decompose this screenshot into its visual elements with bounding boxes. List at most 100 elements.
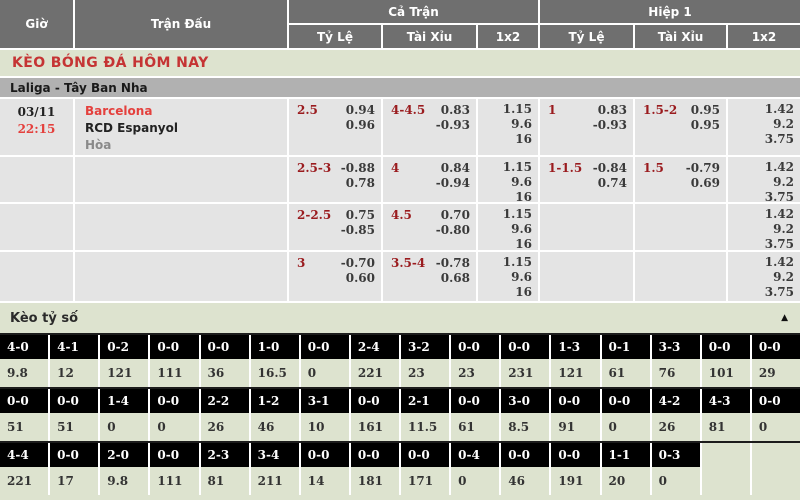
score-label: 0-0 [301,443,349,467]
score-odds-cell[interactable]: 2-4221 [351,335,399,387]
score-odds-value: 23 [401,359,449,387]
collapse-arrow-icon[interactable]: ▲ [781,314,788,323]
ft-handicap-cell[interactable]: 2-2.50.75-0.85 [289,204,381,250]
score-label: 0-0 [301,335,349,359]
handicap-value: 2-2.5 [297,208,331,222]
h1-handicap-cell[interactable]: 1-1.5-0.840.74 [540,157,633,202]
ft-1x2-cell[interactable]: 1.159.616 [478,99,538,155]
ft-overunder-cell[interactable]: 4.50.70-0.80 [383,204,476,250]
score-odds-cell[interactable]: 0-051 [0,389,48,441]
score-odds-cell[interactable]: 4-381 [702,389,750,441]
score-odds-cell[interactable]: 0-40 [451,443,499,495]
score-odds-cell[interactable]: 1-40 [100,389,148,441]
score-odds-cell[interactable]: 0-0231 [501,335,549,387]
score-odds-cell[interactable]: 0-0171 [401,443,449,495]
odds-value: 0.69 [686,176,720,191]
score-odds-cell[interactable]: 0-0111 [150,335,198,387]
score-odds-cell[interactable]: 1-246 [251,389,299,441]
h1-overunder-cell[interactable]: 1.5-0.790.69 [635,157,726,202]
ft-handicap-cell[interactable]: 2.50.940.96 [289,99,381,155]
score-odds-cell[interactable]: 0-0111 [150,443,198,495]
score-odds-cell[interactable]: 4-4221 [0,443,48,495]
score-odds-value: 181 [351,467,399,495]
score-odds-cell[interactable]: 4-112 [50,335,98,387]
score-odds-cell[interactable]: 0-161 [602,335,650,387]
ft-handicap-cell[interactable]: 3-0.700.60 [289,252,381,301]
header-ft-handicap-col: Tỷ Lệ [289,25,381,48]
ft-overunder-cell[interactable]: 3.5-4-0.780.68 [383,252,476,301]
score-odds-cell[interactable]: 0-029 [752,335,800,387]
score-odds-cell[interactable]: 0-091 [551,389,599,441]
score-odds-cell[interactable]: 0-00 [150,389,198,441]
ft-1x2-cell[interactable]: 1.159.616 [478,157,538,202]
score-label: 4-0 [0,335,48,359]
score-odds-cell[interactable]: 0-014 [301,443,349,495]
ft-overunder-cell[interactable]: 4-4.50.83-0.93 [383,99,476,155]
score-odds-cell[interactable]: 3-376 [652,335,700,387]
score-odds-cell[interactable]: 0-00 [602,389,650,441]
score-odds-cell[interactable]: 0-0191 [551,443,599,495]
score-odds-cell[interactable]: 3-4211 [251,443,299,495]
odds-value: 3.75 [728,190,794,202]
score-odds-cell[interactable]: 0-00 [752,389,800,441]
ft-1x2-cell[interactable]: 1.159.616 [478,204,538,250]
score-odds-cell[interactable]: 3-110 [301,389,349,441]
score-odds-value: 12 [50,359,98,387]
draw-label: Hòa [85,137,287,154]
score-odds-cell[interactable]: 3-223 [401,335,449,387]
score-odds-cell[interactable]: 4-09.8 [0,335,48,387]
ft-handicap-cell[interactable]: 2.5-3-0.880.78 [289,157,381,202]
h1-overunder-cell[interactable] [635,204,726,250]
score-label: 4-3 [702,389,750,413]
score-odds-cell[interactable]: 4-226 [652,389,700,441]
score-odds-cell[interactable]: 0-0181 [351,443,399,495]
score-odds-cell[interactable]: 3-08.5 [501,389,549,441]
score-odds-cell[interactable]: 2-111.5 [401,389,449,441]
match-date: 03/11 [0,104,73,121]
ft-1x2-cell[interactable]: 1.159.616 [478,252,538,301]
score-odds-cell[interactable]: 0-023 [451,335,499,387]
score-odds-cell[interactable]: 0-0161 [351,389,399,441]
ft-overunder-cell[interactable]: 40.84-0.94 [383,157,476,202]
h1-1x2-cell[interactable]: 1.429.23.75 [728,252,800,301]
odds-value: 0.68 [436,271,470,286]
score-odds-value: 26 [652,413,700,441]
h1-overunder-cell[interactable]: 1.5-20.950.95 [635,99,726,155]
score-odds-cell[interactable]: 0-036 [201,335,249,387]
odds-value: -0.84 [593,161,627,176]
odds-value: 16 [478,285,532,300]
h1-1x2-cell[interactable]: 1.429.23.75 [728,99,800,155]
h1-handicap-cell[interactable] [540,252,633,301]
score-row: 4-42210-0172-09.80-01112-3813-42110-0140… [0,441,800,495]
h1-1x2-cell[interactable]: 1.429.23.75 [728,204,800,250]
h1-1x2-cell[interactable]: 1.429.23.75 [728,157,800,202]
score-odds-value: 0 [652,467,700,495]
score-odds-value: 46 [501,467,549,495]
score-odds-cell[interactable]: 0-0101 [702,335,750,387]
score-odds-cell[interactable]: 0-30 [652,443,700,495]
odds-values: 0.70-0.80 [436,208,470,238]
score-odds-cell[interactable]: 0-051 [50,389,98,441]
score-odds-cell[interactable]: 2-381 [201,443,249,495]
score-odds-cell[interactable]: 2-09.8 [100,443,148,495]
score-odds-cell[interactable]: 1-016.5 [251,335,299,387]
score-odds-value: 171 [401,467,449,495]
score-odds-cell[interactable]: 0-061 [451,389,499,441]
betting-odds-page: Giờ Trận Đấu Cả Trận Hiệp 1 Tỷ Lệ Tài Xỉ… [0,0,800,500]
score-odds-value: 61 [602,359,650,387]
score-odds-cell [702,443,750,495]
score-odds-cell[interactable]: 2-226 [201,389,249,441]
odds-table-header: Giờ Trận Đấu Cả Trận Hiệp 1 Tỷ Lệ Tài Xỉ… [0,0,800,48]
score-odds-cell[interactable]: 1-3121 [551,335,599,387]
h1-handicap-cell[interactable]: 10.83-0.93 [540,99,633,155]
h1-handicap-cell[interactable] [540,204,633,250]
score-odds-cell[interactable]: 0-017 [50,443,98,495]
odds-value: 1.42 [728,102,794,117]
score-odds-cell[interactable]: 0-00 [301,335,349,387]
h1-overunder-cell[interactable] [635,252,726,301]
score-label: 0-0 [551,389,599,413]
score-odds-cell[interactable]: 1-120 [602,443,650,495]
score-odds-cell[interactable]: 0-046 [501,443,549,495]
score-odds-cell[interactable]: 0-2121 [100,335,148,387]
score-label: 0-0 [551,443,599,467]
